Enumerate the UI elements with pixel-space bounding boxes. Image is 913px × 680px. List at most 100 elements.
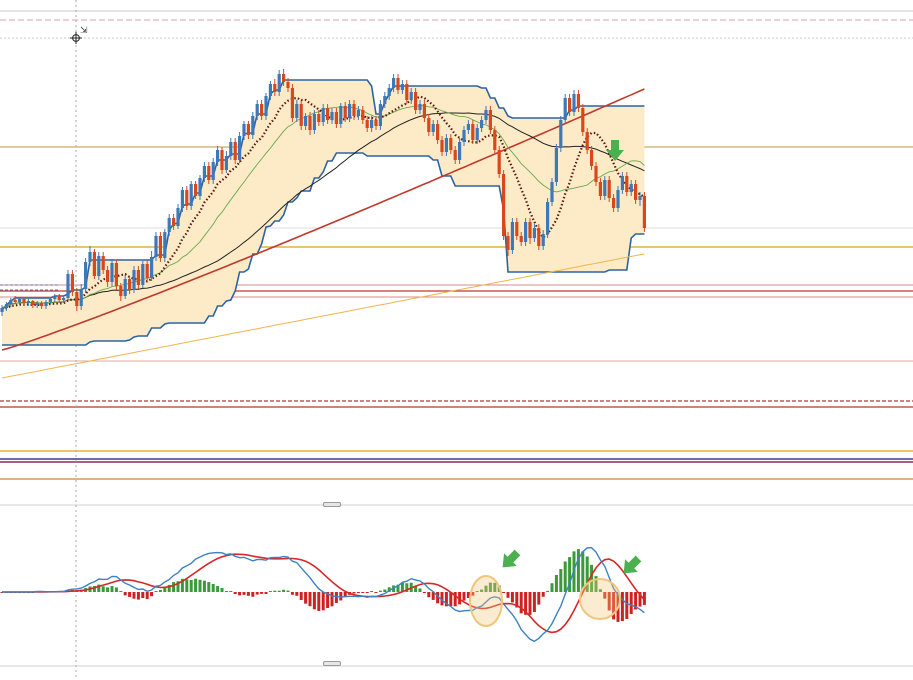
candle-body (620, 176, 624, 190)
macd-histogram-bar (185, 579, 189, 592)
candle-body (264, 96, 268, 116)
candle-body (546, 202, 550, 234)
candle-body (598, 182, 602, 196)
candle-body (70, 274, 74, 292)
macd-histogram-bar (554, 574, 558, 592)
candle-body (198, 178, 202, 196)
candle-body (559, 120, 563, 148)
candle-body (172, 218, 176, 226)
candle-body (629, 184, 633, 192)
candle-body (238, 136, 242, 160)
macd-histogram-bar (304, 592, 308, 604)
candle-body (361, 110, 365, 120)
candle-body (317, 114, 321, 122)
macd-histogram-bar (216, 586, 220, 592)
candle-body (616, 190, 620, 208)
candle-body (330, 112, 334, 120)
chart-canvas[interactable] (0, 0, 913, 680)
down-left-arrow-shape (623, 555, 642, 574)
macd-histogram-bar (150, 592, 154, 597)
macd-histogram-bar (361, 592, 365, 593)
candle-body (506, 236, 510, 250)
candle-body (365, 120, 369, 128)
candle-body (475, 128, 479, 140)
candle-body (189, 184, 193, 206)
macd-histogram-bar (224, 591, 228, 592)
macd-histogram-bar (620, 592, 624, 622)
macd-histogram-bar (132, 592, 136, 599)
macd-histogram-bar (119, 591, 123, 592)
candle-body (321, 108, 325, 122)
macd-histogram-bar (352, 592, 356, 594)
candle-body (356, 110, 360, 116)
candle-body (422, 104, 426, 118)
candle-body (18, 299, 22, 302)
candle-body (141, 264, 145, 285)
candle-body (176, 208, 180, 226)
candle-body (383, 96, 387, 104)
macd-histogram-bar (502, 592, 506, 593)
candle-body (572, 94, 576, 112)
candle-body (312, 114, 316, 130)
macd-histogram-bar (106, 587, 110, 592)
macd-histogram-bar (462, 592, 466, 601)
pane-divider-handle[interactable] (323, 502, 341, 507)
candle-body (22, 299, 26, 303)
macd-histogram-bar (365, 592, 369, 593)
candle-body (62, 298, 66, 300)
highlight-circle (579, 578, 621, 620)
candle-body (550, 182, 554, 202)
candle-body (167, 218, 171, 232)
candle-body (75, 292, 79, 306)
candle-body (431, 124, 435, 132)
macd-histogram-bar (255, 592, 259, 595)
candle-body (488, 110, 492, 130)
candle-body (444, 138, 448, 152)
candle-body (128, 279, 132, 290)
trading-chart[interactable]: ⇲ (0, 0, 913, 680)
candle-body (268, 84, 272, 96)
candle-body (304, 116, 308, 126)
macd-histogram-bar (251, 592, 255, 597)
candle-body (563, 98, 567, 120)
candle-body (581, 108, 585, 132)
candle-body (194, 184, 198, 196)
macd-histogram-bar (546, 590, 550, 592)
highlight-circle (469, 575, 503, 627)
candle-body (48, 299, 52, 302)
macd-histogram-bar (418, 588, 422, 592)
candle-body (348, 104, 352, 118)
candle-body (97, 256, 101, 276)
macd-histogram-bar (238, 592, 242, 596)
candle-body (224, 156, 228, 170)
macd-histogram-bar (510, 592, 514, 603)
macd-histogram-bar (339, 592, 343, 601)
candle-body (180, 190, 184, 208)
macd-histogram-bar (528, 592, 532, 615)
candle-body (4, 304, 8, 308)
candle-body (299, 104, 303, 126)
candle-body (123, 279, 127, 296)
candle-body (436, 124, 440, 140)
macd-histogram-bar (110, 585, 114, 592)
macd-histogram-bar (629, 592, 633, 614)
candle-body (277, 74, 281, 92)
candle-body (519, 236, 523, 242)
candle-body (352, 104, 356, 116)
down-left-arrow-shape (502, 549, 521, 568)
candle-body (607, 180, 611, 198)
macd-histogram-bar (268, 590, 272, 592)
macd-histogram-bar (123, 592, 127, 596)
candle-body (590, 150, 594, 166)
candle-body (229, 142, 233, 156)
down-left-arrow-icon (502, 549, 521, 568)
candle-body (242, 124, 246, 136)
macd-histogram-bar (317, 592, 321, 611)
candle-body (576, 94, 580, 108)
candle-body (326, 108, 330, 120)
candle-body (114, 263, 118, 286)
pane-bottom-handle[interactable] (323, 661, 341, 666)
candle-body (339, 106, 343, 124)
candle-body (374, 120, 378, 126)
candle-body (405, 84, 409, 100)
